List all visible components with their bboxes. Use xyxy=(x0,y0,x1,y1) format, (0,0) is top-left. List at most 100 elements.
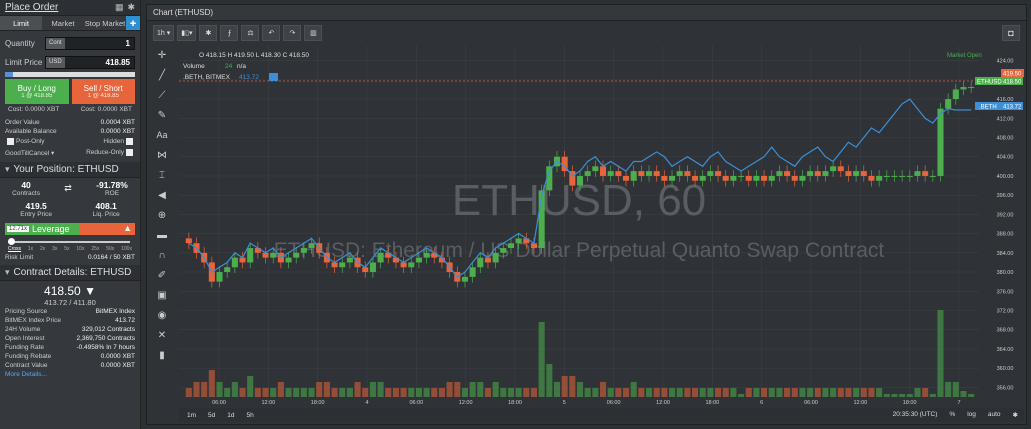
contract-row-label: Funding Rate xyxy=(5,344,45,351)
log-scale-toggle[interactable]: log xyxy=(967,411,976,419)
compare-icon[interactable]: ⚖ xyxy=(241,25,260,41)
candle-body xyxy=(239,257,246,263)
volume-bar xyxy=(860,388,867,397)
tick-1x[interactable]: 1x xyxy=(28,246,33,253)
volume-bar xyxy=(553,382,561,397)
tick-100x[interactable]: 100x xyxy=(121,246,132,253)
trendline-icon[interactable]: ╱ xyxy=(151,65,173,85)
trash-icon[interactable]: ▮ xyxy=(151,345,173,365)
volume-bar xyxy=(968,394,975,397)
brush-icon[interactable]: ✎ xyxy=(151,105,173,125)
quantity-slider[interactable] xyxy=(5,72,135,77)
range-5h[interactable]: 5h xyxy=(247,412,254,419)
tick-10x[interactable]: 10x xyxy=(76,246,84,253)
candle-body xyxy=(185,238,192,244)
time-in-force-select[interactable]: GoodTillCancel ▾ xyxy=(5,149,54,157)
post-only-checkbox[interactable] xyxy=(7,137,14,145)
candle-body xyxy=(692,175,699,181)
chevron-down-icon[interactable]: ▾ xyxy=(5,164,10,175)
range-1m[interactable]: 1m xyxy=(187,412,196,419)
pencil-lock-icon[interactable]: ✐ xyxy=(151,265,173,285)
tab-market[interactable]: Market xyxy=(42,16,84,30)
candle-body xyxy=(684,171,691,176)
volume-bar xyxy=(438,388,445,397)
sell-short-button[interactable]: Sell / Short 1 @ 418.85 xyxy=(71,79,135,104)
candle-body xyxy=(791,175,798,181)
candle-body xyxy=(868,175,875,181)
tick-5x[interactable]: 5x xyxy=(64,246,69,253)
gear-icon[interactable]: ✱ xyxy=(127,2,135,13)
undo-icon[interactable]: ↶ xyxy=(262,25,281,41)
auto-scale-toggle[interactable]: auto xyxy=(988,411,1001,419)
volume-bar xyxy=(830,388,837,397)
hidden-label: Hidden xyxy=(103,138,124,146)
hidden-checkbox[interactable] xyxy=(126,137,133,145)
pattern-icon[interactable]: ⋈ xyxy=(151,145,173,165)
beth-price-tag-value: 413.72 xyxy=(1003,105,1022,111)
available-balance-label: Available Balance xyxy=(5,128,57,135)
candle-style-icon[interactable]: ▮▯▾ xyxy=(177,25,197,41)
volume-bar xyxy=(247,376,254,397)
tick-25x[interactable]: 25x xyxy=(91,246,99,253)
percent-scale-toggle[interactable]: % xyxy=(949,411,955,419)
buy-long-button[interactable]: Buy / Long 1 @ 418.85 xyxy=(5,79,69,104)
volume-bar xyxy=(530,388,538,397)
candle-body xyxy=(807,171,814,176)
zoom-icon[interactable]: ⊕ xyxy=(151,205,173,225)
tab-limit[interactable]: Limit xyxy=(0,16,42,30)
index-add-button[interactable] xyxy=(269,73,278,81)
contract-row-label: Funding Rebate xyxy=(5,353,52,360)
range-1d[interactable]: 1d xyxy=(227,412,234,419)
magnet-icon[interactable]: ∩ xyxy=(151,245,173,265)
interval-value: 1h xyxy=(157,29,165,37)
limit-price-row: Limit Price USD 418.85 xyxy=(0,54,140,70)
volume-bar xyxy=(308,388,315,397)
more-order-types-icon[interactable]: ✚ xyxy=(126,16,140,30)
quantity-label: Quantity xyxy=(5,38,35,48)
entry-price-label: Entry Price xyxy=(20,211,53,218)
chart-settings-icon[interactable]: ✱ xyxy=(1013,411,1018,419)
tick-2x[interactable]: 2x xyxy=(40,246,45,253)
reduce-only-checkbox[interactable] xyxy=(126,148,133,156)
measure-icon[interactable]: ⌶ xyxy=(151,165,173,185)
tick-50x[interactable]: 50x xyxy=(106,246,114,253)
candle-body xyxy=(231,257,238,268)
indicators-icon[interactable]: ⨍ xyxy=(220,25,239,41)
market-status: Market Open xyxy=(947,53,982,59)
eye-icon[interactable]: ◉ xyxy=(151,305,173,325)
camera-icon[interactable]: ◘ xyxy=(1002,25,1020,41)
ruler-icon[interactable]: ▬ xyxy=(151,225,173,245)
ethusd-price-tag-value: 418.50 xyxy=(1003,80,1022,86)
tab-stop-market[interactable]: Stop Market xyxy=(84,16,126,30)
tick-cross[interactable]: Cross xyxy=(8,246,21,253)
last-price-value: 418.50 xyxy=(44,284,81,298)
wrench-icon[interactable]: ✕ xyxy=(151,325,173,345)
lock-icon[interactable]: ▣ xyxy=(151,285,173,305)
leverage-knob[interactable] xyxy=(8,238,15,245)
fib-icon[interactable]: ⟋ xyxy=(151,85,173,105)
calculator-icon[interactable]: ▦ xyxy=(115,2,124,13)
text-icon[interactable]: Aa xyxy=(151,125,173,145)
price-chart[interactable]: ETHUSD, 60 ETHUSD: Ethereum / US Dollar … xyxy=(179,45,1024,418)
more-details-link[interactable]: More Details... xyxy=(0,370,140,379)
contract-row-label: Contract Value xyxy=(5,362,48,369)
leverage-bar[interactable]: 12.71x Leverage ▲ xyxy=(5,223,135,235)
interval-select[interactable]: 1h ▾ xyxy=(153,25,175,41)
redo-icon[interactable]: ↷ xyxy=(283,25,302,41)
crosshair-icon[interactable]: ✛ xyxy=(151,45,173,65)
arrow-left-icon[interactable]: ◀ xyxy=(151,185,173,205)
volume-bar xyxy=(208,370,215,397)
limit-price-input[interactable]: USD 418.85 xyxy=(45,55,135,69)
contract-row: 24H Volume 329,012 Contracts xyxy=(0,325,140,334)
costs-row: Cost: 0.0000 XBT Cost: 0.0000 XBT xyxy=(0,104,140,115)
bar-chart-icon[interactable]: ▥ xyxy=(304,25,323,41)
leverage-slider[interactable] xyxy=(8,238,130,246)
range-5d[interactable]: 5d xyxy=(208,412,215,419)
tick-3x[interactable]: 3x xyxy=(52,246,57,253)
chevron-down-icon[interactable]: ▾ xyxy=(5,267,10,278)
settings-gear-icon[interactable]: ✱ xyxy=(199,25,218,41)
volume-bar xyxy=(929,394,936,397)
volume-bar xyxy=(837,388,844,397)
quantity-input[interactable]: Cont 1 xyxy=(45,36,135,50)
contract-row-value: 0.0000 XBT xyxy=(100,353,135,360)
